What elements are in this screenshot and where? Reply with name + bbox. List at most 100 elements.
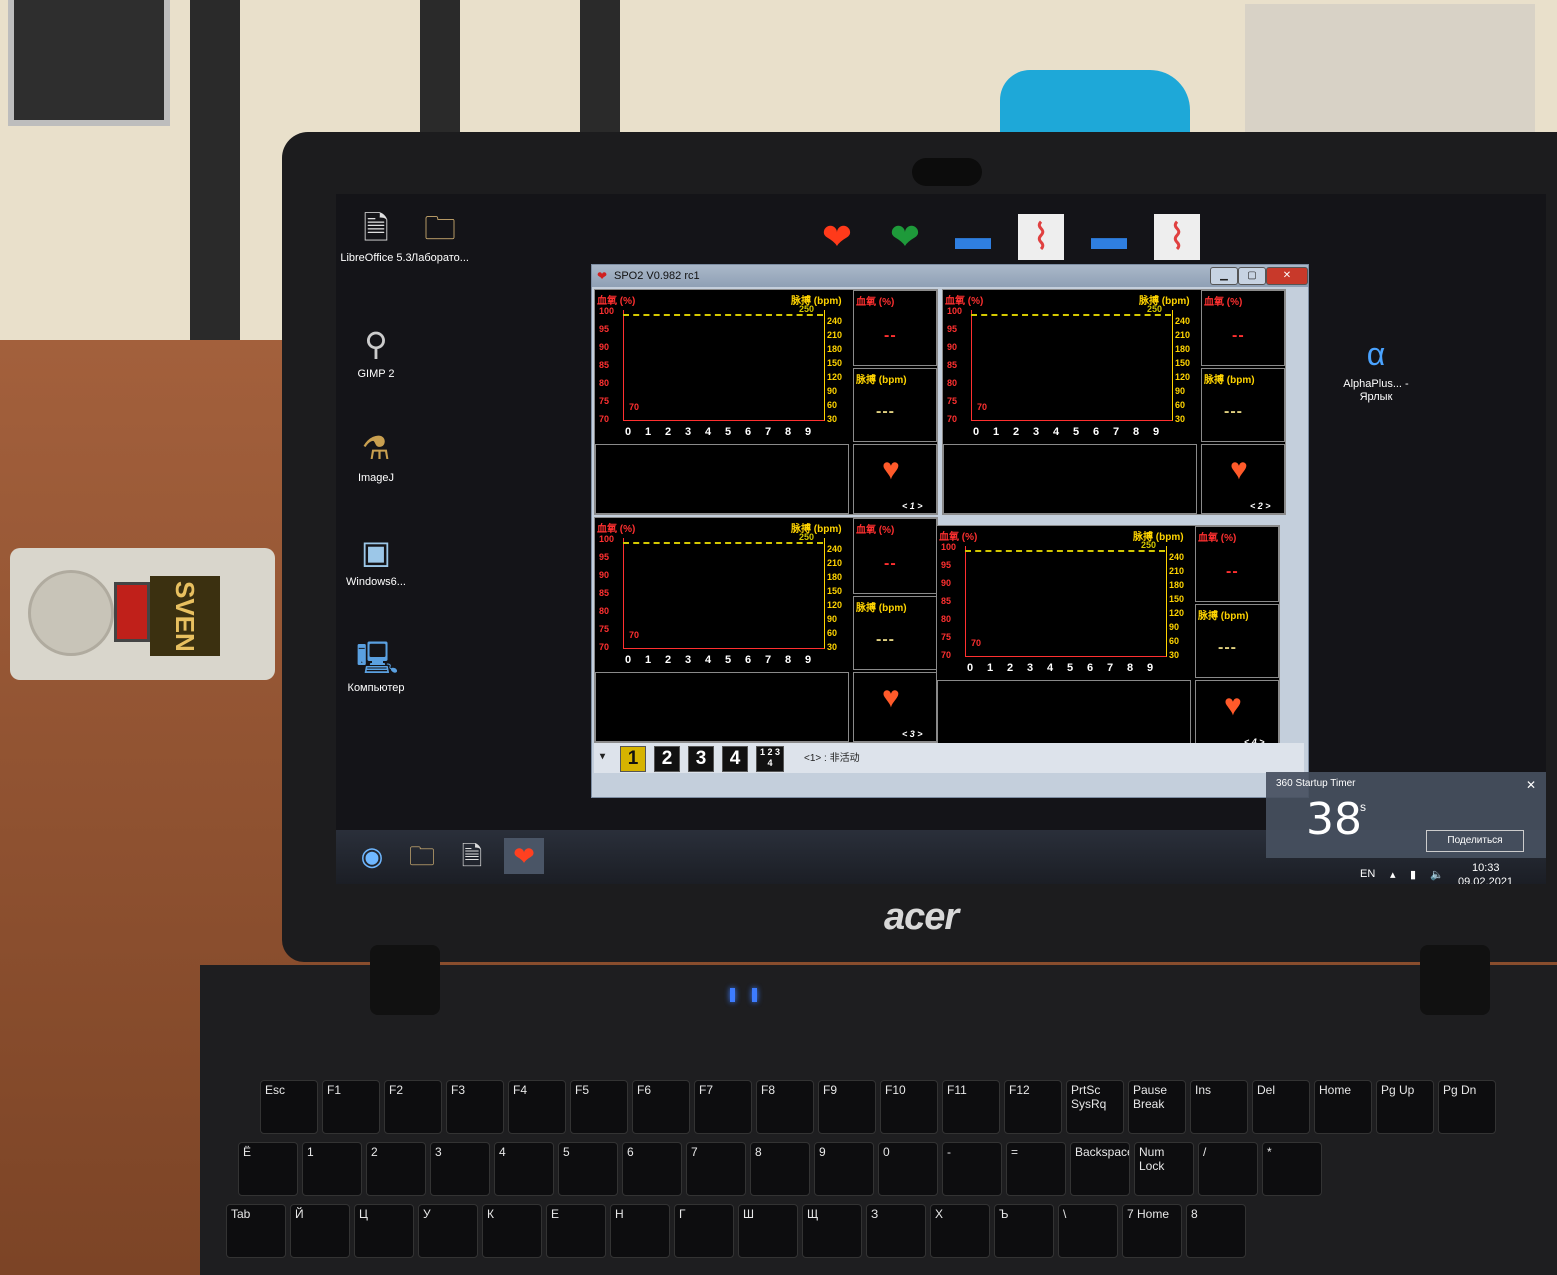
key[interactable]: Pg Up (1376, 1080, 1434, 1134)
key[interactable]: \ (1058, 1204, 1118, 1258)
layout-button-2[interactable]: 2 (654, 746, 680, 772)
key[interactable]: Ш (738, 1204, 798, 1258)
document-taskbar-icon[interactable]: 🗎 (452, 838, 492, 874)
key[interactable]: 9 (814, 1142, 874, 1196)
key[interactable]: Tab (226, 1204, 286, 1258)
pulse-tick: 120 (827, 372, 843, 382)
ecg-icon[interactable]: ⌇ (1018, 214, 1064, 260)
key[interactable]: Esc (260, 1080, 318, 1134)
key[interactable]: У (418, 1204, 478, 1258)
maximize-button[interactable]: ▢ (1238, 267, 1266, 285)
key[interactable]: F4 (508, 1080, 566, 1134)
key[interactable]: Pg Dn (1438, 1080, 1496, 1134)
layout-button-4[interactable]: 4 (722, 746, 748, 772)
key[interactable]: 2 (366, 1142, 426, 1196)
tray-expand-icon[interactable]: ▴ (1390, 868, 1396, 881)
key[interactable]: Ё (238, 1142, 298, 1196)
key[interactable]: Num Lock (1134, 1142, 1194, 1196)
key[interactable]: / (1198, 1142, 1258, 1196)
time-tick: 2 (665, 426, 672, 438)
key[interactable]: 3 (430, 1142, 490, 1196)
high-alarm-line (623, 542, 823, 544)
key[interactable]: Й (290, 1204, 350, 1258)
heartbeat-box: ♥ < 2 > (1201, 444, 1285, 514)
key[interactable]: Щ (802, 1204, 862, 1258)
key[interactable]: Н (610, 1204, 670, 1258)
key[interactable]: Ц (354, 1204, 414, 1258)
key[interactable]: Е (546, 1204, 606, 1258)
key[interactable]: F6 (632, 1080, 690, 1134)
key[interactable]: 0 (878, 1142, 938, 1196)
close-icon[interactable]: ✕ (1526, 778, 1536, 792)
key[interactable]: * (1262, 1142, 1322, 1196)
heart-red-icon[interactable]: ❤ (814, 214, 860, 260)
key[interactable]: F11 (942, 1080, 1000, 1134)
pulse-tick: 90 (1175, 386, 1186, 396)
key[interactable]: F7 (694, 1080, 752, 1134)
key[interactable]: 5 (558, 1142, 618, 1196)
start-button[interactable]: ◉ (352, 838, 392, 874)
key[interactable]: Г (674, 1204, 734, 1258)
key[interactable]: 7 (686, 1142, 746, 1196)
key[interactable]: Ins (1190, 1080, 1248, 1134)
desktop-icon-lab-folder[interactable]: 🗀 Лаборато... (400, 208, 480, 265)
key[interactable]: F8 (756, 1080, 814, 1134)
layout-button-grid[interactable]: 1 2 3 4 (756, 746, 784, 772)
desktop-icon-computer[interactable]: 🖳 Компьютер (336, 638, 416, 695)
network-icon[interactable]: ▮ (1410, 868, 1416, 881)
spo2-readout: 血氧 (%) -- (1201, 290, 1285, 366)
key[interactable]: F3 (446, 1080, 504, 1134)
key[interactable]: PrtSc SysRq (1066, 1080, 1124, 1134)
key[interactable]: 6 (622, 1142, 682, 1196)
key[interactable]: К (482, 1204, 542, 1258)
key[interactable]: 8 (1186, 1204, 1246, 1258)
monitor-blue-icon[interactable]: ▬ (950, 214, 996, 260)
window-titlebar[interactable]: ❤ SPO2 V0.982 rc1 ▁ ▢ ✕ (592, 265, 1308, 287)
key[interactable]: 4 (494, 1142, 554, 1196)
key[interactable]: F12 (1004, 1080, 1062, 1134)
monitor-blue-icon[interactable]: ▬ (1086, 214, 1132, 260)
desktop-icon-imagej[interactable]: ⚗ ImageJ (336, 428, 416, 485)
desktop-icon-alphaplus[interactable]: α AlphaPlus... - Ярлык (1336, 334, 1416, 404)
spo2-readout: 血氧 (%) -- (853, 518, 937, 594)
desktop-icon-windows6[interactable]: ▣ Windows6... (336, 532, 416, 589)
key[interactable]: F10 (880, 1080, 938, 1134)
key[interactable]: F5 (570, 1080, 628, 1134)
close-button[interactable]: ✕ (1266, 267, 1308, 285)
key[interactable]: F2 (384, 1080, 442, 1134)
layout-button-1[interactable]: 1 (620, 746, 646, 772)
spo2-readout: 血氧 (%) -- (853, 290, 937, 366)
key[interactable]: F1 (322, 1080, 380, 1134)
layout-button-3[interactable]: 3 (688, 746, 714, 772)
key[interactable]: 8 (750, 1142, 810, 1196)
volume-icon[interactable]: 🔈 (1430, 868, 1444, 881)
clock-date[interactable]: 09.02.2021 (1458, 876, 1513, 884)
clock-time[interactable]: 10:33 (1472, 862, 1500, 874)
key[interactable]: 7 Home (1122, 1204, 1182, 1258)
key[interactable]: Ъ (994, 1204, 1054, 1258)
heart-green-icon[interactable]: ❤ (882, 214, 928, 260)
spo2-axis-label: 血氧 (%) (597, 524, 636, 535)
key[interactable]: Backspace (1070, 1142, 1130, 1196)
key[interactable]: - (942, 1142, 1002, 1196)
time-tick: 5 (725, 654, 732, 666)
language-indicator[interactable]: EN (1360, 868, 1375, 880)
key[interactable]: 1 (302, 1142, 362, 1196)
explorer-taskbar-icon[interactable]: 🗀 (402, 838, 442, 874)
desktop-icon-gimp[interactable]: ⚲ GIMP 2 (336, 324, 416, 381)
pulse-tick: 180 (827, 572, 843, 582)
key[interactable]: F9 (818, 1080, 876, 1134)
key[interactable]: Home (1314, 1080, 1372, 1134)
minimize-button[interactable]: ▁ (1210, 267, 1238, 285)
dropdown-arrow-icon[interactable]: ▾ (600, 751, 605, 762)
key[interactable]: Pause Break (1128, 1080, 1186, 1134)
pulse-tick: 210 (827, 558, 843, 568)
share-button[interactable]: Поделиться (1426, 830, 1524, 852)
status-led (752, 988, 757, 1002)
ecg-icon[interactable]: ⌇ (1154, 214, 1200, 260)
key[interactable]: Del (1252, 1080, 1310, 1134)
key[interactable]: Х (930, 1204, 990, 1258)
key[interactable]: = (1006, 1142, 1066, 1196)
spo2-taskbar-icon[interactable]: ❤ (504, 838, 544, 874)
key[interactable]: З (866, 1204, 926, 1258)
